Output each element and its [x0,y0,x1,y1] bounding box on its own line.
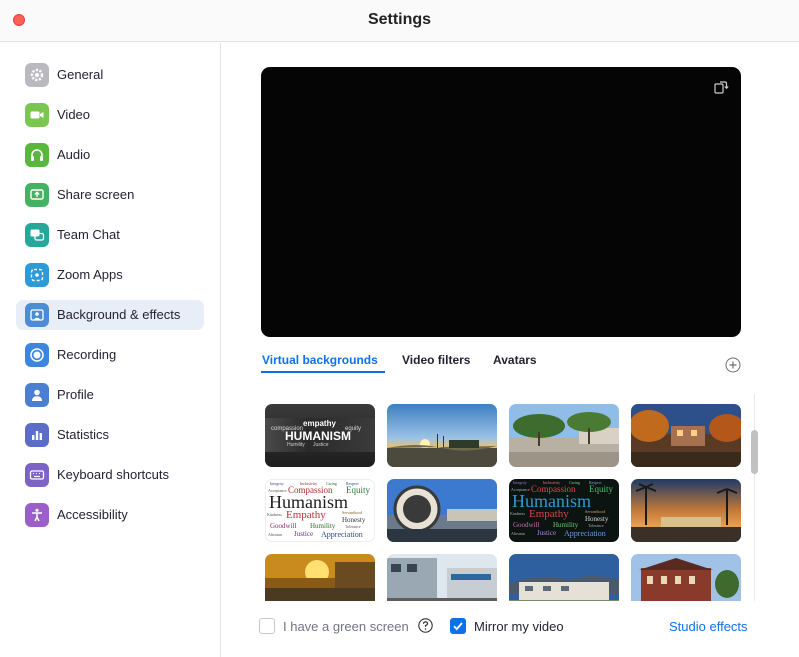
title-bar: Settings [0,0,799,42]
sidebar-item-general[interactable]: General [16,60,204,90]
keyboard-icon [25,463,49,487]
thumbnail-text: Humility [310,522,336,530]
sidebar-item-profile[interactable]: Profile [16,380,204,410]
thumbnail-text: Humility [287,442,305,448]
thumbnail-text: Goodwill [513,521,540,529]
thumbnail-text: Justice [294,530,314,538]
sidebar-item-background-effects[interactable]: Background & effects [16,300,204,330]
thumbnail-text: Justice [537,529,557,537]
sidebar-item-label: General [57,67,104,82]
video-camera-icon [25,103,49,127]
thumbnail-text: Justice [313,442,329,448]
sidebar-item-label: Recording [57,347,117,362]
rotate-camera-icon[interactable] [713,79,729,95]
gear-icon [25,63,49,87]
scrollbar-thumb[interactable] [751,430,758,474]
thumbnail-text: Honesty [585,515,609,523]
background-thumbnail[interactable] [387,554,497,601]
checkmark-icon [453,622,463,631]
chat-bubbles-icon [25,223,49,247]
add-circle-icon[interactable] [725,357,741,373]
green-screen-label: I have a green screen [283,619,409,634]
thumbnail-text: Tolerance [588,523,604,528]
thumbnail-text: Honesty [342,516,366,524]
thumbnail-text: Kindness [510,511,525,516]
sidebar-item-label: Profile [57,387,94,402]
sidebar-item-label: Team Chat [57,227,120,242]
thumbnail-text: HUMANISM [285,429,351,443]
scrollbar-track [754,394,755,601]
sidebar-item-accessibility[interactable]: Accessibility [16,500,204,530]
record-circle-icon [25,343,49,367]
thumbnail-text: Servanthood [585,509,606,514]
thumbnail-text: Kindness [267,512,282,517]
sidebar-item-share-screen[interactable]: Share screen [16,180,204,210]
mirror-video-checkbox[interactable] [450,618,466,634]
background-thumbnail[interactable] [265,554,375,601]
backgrounds-scrollbar[interactable] [749,394,761,601]
thumbnail-text: Altruism [511,531,526,536]
background-thumbnail[interactable] [509,554,619,601]
background-person-icon [25,303,49,327]
thumbnail-text: Empathy [286,509,326,521]
apps-icon [25,263,49,287]
background-thumbnail[interactable] [631,554,741,601]
virtual-backgrounds-grid: empathy compassion equity HUMANISM Humil… [221,394,799,601]
background-thumbnail[interactable] [631,404,741,467]
thumbnail-text: Integrity [270,481,284,486]
background-thumbnail[interactable] [387,404,497,467]
background-thumbnail[interactable] [387,479,497,542]
thumbnail-text: Appreciation [564,529,606,538]
thumbnail-text: Tolerance [345,524,361,529]
thumbnail-text: Servanthood [342,510,363,515]
sidebar-item-audio[interactable]: Audio [16,140,204,170]
sidebar-item-video[interactable]: Video [16,100,204,130]
sidebar-item-keyboard-shortcuts[interactable]: Keyboard shortcuts [16,460,204,490]
tab-video-filters[interactable]: Video filters [402,353,470,367]
sidebar-item-label: Accessibility [57,507,128,522]
sidebar-item-team-chat[interactable]: Team Chat [16,220,204,250]
thumbnail-text: Altruism [268,532,283,537]
sidebar-item-label: Zoom Apps [57,267,123,282]
background-thumbnail[interactable] [509,404,619,467]
sidebar-item-label: Audio [57,147,91,162]
headphones-icon [25,143,49,167]
sidebar-item-recording[interactable]: Recording [16,340,204,370]
accessibility-person-icon [25,503,49,527]
thumbnail-text: Empathy [529,508,569,520]
sidebar: General Video Audio Share screen Team Ch… [0,43,221,657]
mirror-video-label: Mirror my video [474,619,564,634]
tab-avatars[interactable]: Avatars [493,353,537,367]
sidebar-item-zoom-apps[interactable]: Zoom Apps [16,260,204,290]
footer-options: I have a green screen Mirror my video St… [221,601,799,657]
thumbnail-text: Integrity [513,480,527,485]
active-tab-indicator [261,371,385,373]
background-thumbnail[interactable]: empathy compassion equity HUMANISM Humil… [265,404,375,467]
thumbnail-text: Goodwill [270,522,297,530]
background-thumbnail[interactable]: Integrity Inclusivity Caring Respect Acc… [509,479,619,542]
green-screen-checkbox[interactable] [259,618,275,634]
studio-effects-link[interactable]: Studio effects [669,619,748,634]
tab-virtual-backgrounds[interactable]: Virtual backgrounds [262,353,378,367]
sidebar-item-label: Share screen [57,187,135,202]
share-screen-icon [25,183,49,207]
background-thumbnail[interactable]: Integrity Inclusivity Caring Respect Acc… [265,479,375,542]
sidebar-item-label: Background & effects [57,307,181,322]
sidebar-item-label: Keyboard shortcuts [57,467,170,482]
sidebar-item-label: Statistics [57,427,110,442]
thumbnail-text: Equity [346,485,370,495]
thumbnail-text: Equity [589,484,613,494]
bar-chart-icon [25,423,49,447]
camera-preview [261,67,741,337]
window-title: Settings [367,11,432,28]
thumbnail-text: Humility [553,521,579,529]
thumbnail-text: Appreciation [321,530,363,539]
sidebar-item-statistics[interactable]: Statistics [16,420,204,450]
user-icon [25,383,49,407]
sidebar-item-label: Video [57,107,91,122]
help-circle-icon[interactable] [418,618,433,633]
background-thumbnail[interactable] [631,479,741,542]
thumbnail-text: empathy [303,419,336,428]
